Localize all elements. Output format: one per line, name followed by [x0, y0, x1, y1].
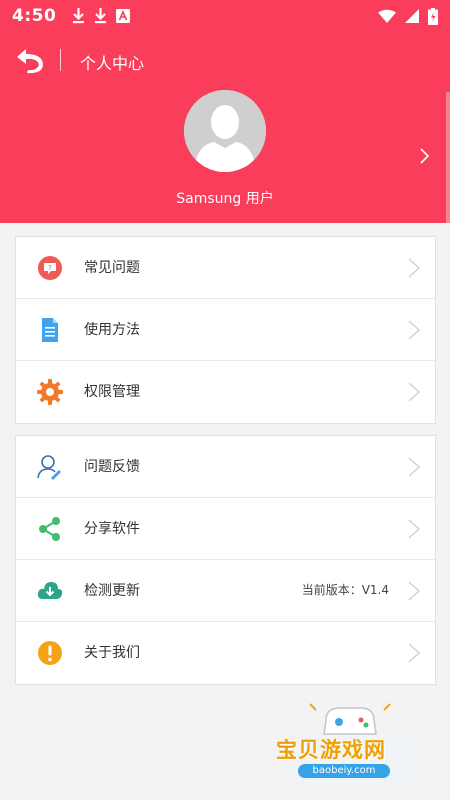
menu-item-label: 使用方法 — [84, 322, 140, 338]
menu-card-secondary: 问题反馈 分享软件 检测更新 当前版本：V1.4 关于我们 — [15, 435, 436, 685]
status-bar: 4:50 — [0, 0, 450, 32]
download-icon — [73, 8, 85, 24]
signal-icon — [405, 9, 419, 23]
chevron-right-icon — [408, 382, 421, 402]
faq-icon: ? — [38, 256, 62, 280]
menu-item-label: 关于我们 — [84, 645, 140, 661]
watermark-url: baobeiy.com — [298, 764, 390, 778]
site-watermark: 宝贝游戏网 baobeiy.com — [270, 700, 430, 795]
menu-item-label: 权限管理 — [84, 384, 140, 400]
cloud-download-icon — [37, 582, 63, 599]
current-version-text: 当前版本：V1.4 — [301, 583, 389, 597]
back-button[interactable] — [14, 46, 46, 74]
scroll-indicator — [446, 92, 450, 223]
chevron-right-icon — [408, 519, 421, 539]
menu-item-faq[interactable]: ? 常见问题 — [16, 237, 435, 299]
info-icon — [38, 641, 62, 665]
topbar-divider — [60, 49, 61, 71]
document-icon — [42, 318, 58, 342]
username[interactable]: Samsung 用户 — [0, 188, 450, 208]
chevron-right-icon — [408, 643, 421, 663]
share-icon — [39, 517, 60, 541]
menu-card-primary: ? 常见问题 使用方法 权限管理 — [15, 236, 436, 424]
svg-text:?: ? — [48, 264, 52, 272]
chevron-right-icon — [408, 457, 421, 477]
wifi-icon — [378, 9, 396, 23]
user-silhouette-icon — [184, 90, 266, 172]
menu-item-feedback[interactable]: 问题反馈 — [16, 436, 435, 498]
battery-charging-icon — [428, 7, 438, 25]
chevron-right-icon[interactable] — [418, 146, 432, 166]
menu-item-label: 检测更新 — [84, 583, 140, 599]
menu-item-permissions[interactable]: 权限管理 — [16, 361, 435, 423]
chevron-right-icon — [408, 320, 421, 340]
menu-item-label: 常见问题 — [84, 260, 140, 276]
menu-item-share[interactable]: 分享软件 — [16, 498, 435, 560]
chevron-right-icon — [408, 258, 421, 278]
status-time: 4:50 — [12, 6, 57, 26]
a-notification-icon — [116, 9, 131, 23]
chevron-right-icon — [408, 581, 421, 601]
download-icon — [95, 8, 107, 24]
watermark-title: 宝贝游戏网 — [276, 738, 386, 762]
top-app-bar: 个人中心 — [0, 38, 450, 82]
profile-header: 4:50 个人中心 Samsung 用户 — [0, 0, 450, 223]
menu-item-check-update[interactable]: 检测更新 当前版本：V1.4 — [16, 560, 435, 622]
menu-item-usage[interactable]: 使用方法 — [16, 299, 435, 361]
menu-item-label: 问题反馈 — [84, 459, 140, 475]
gear-icon — [37, 379, 63, 405]
feedback-icon — [37, 455, 61, 480]
avatar[interactable] — [184, 90, 266, 172]
page-title: 个人中心 — [80, 54, 145, 73]
menu-item-label: 分享软件 — [84, 521, 140, 537]
menu-item-about[interactable]: 关于我们 — [16, 622, 435, 684]
